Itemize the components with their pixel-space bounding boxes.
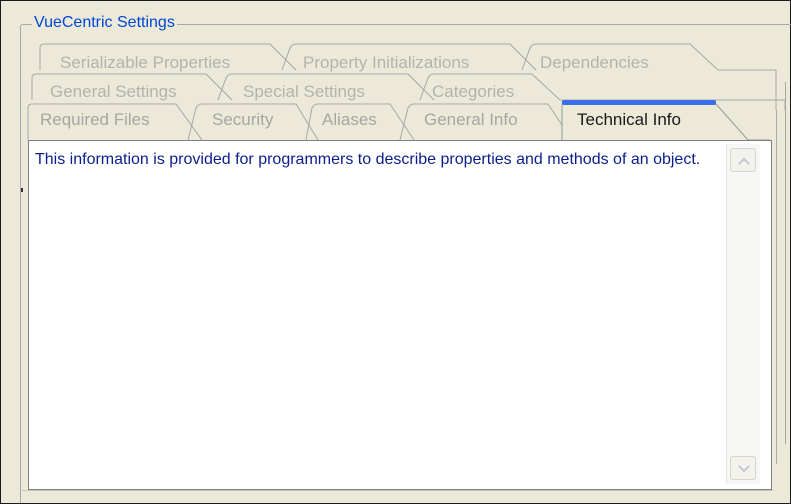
vertical-scrollbar[interactable] [726,144,760,484]
tab-label: Security [212,110,274,129]
chevron-up-icon [738,157,750,165]
scroll-up-button[interactable] [730,148,756,172]
tab-label: Special Settings [243,82,365,101]
tab-label: Aliases [322,110,377,129]
tab-label: Property Initializations [303,53,470,72]
tab-label: Categories [432,82,515,101]
scroll-down-button[interactable] [730,456,756,480]
resize-marker [21,188,23,192]
tab-label-active: Technical Info [577,110,681,129]
technical-info-text: This information is provided for program… [35,151,701,168]
tab-label: Serializable Properties [60,53,231,72]
tab-label: General Settings [50,82,177,101]
tab-label: Dependencies [540,53,649,72]
tab-label: General Info [424,110,518,129]
tab-frame-edge [785,82,786,444]
chevron-down-icon [738,465,750,473]
tab-label: Required Files [40,110,150,129]
tab-frame-edge [776,110,777,464]
panel-bottom-edge [22,490,774,491]
technical-info-textarea[interactable]: This information is provided for program… [28,140,772,490]
